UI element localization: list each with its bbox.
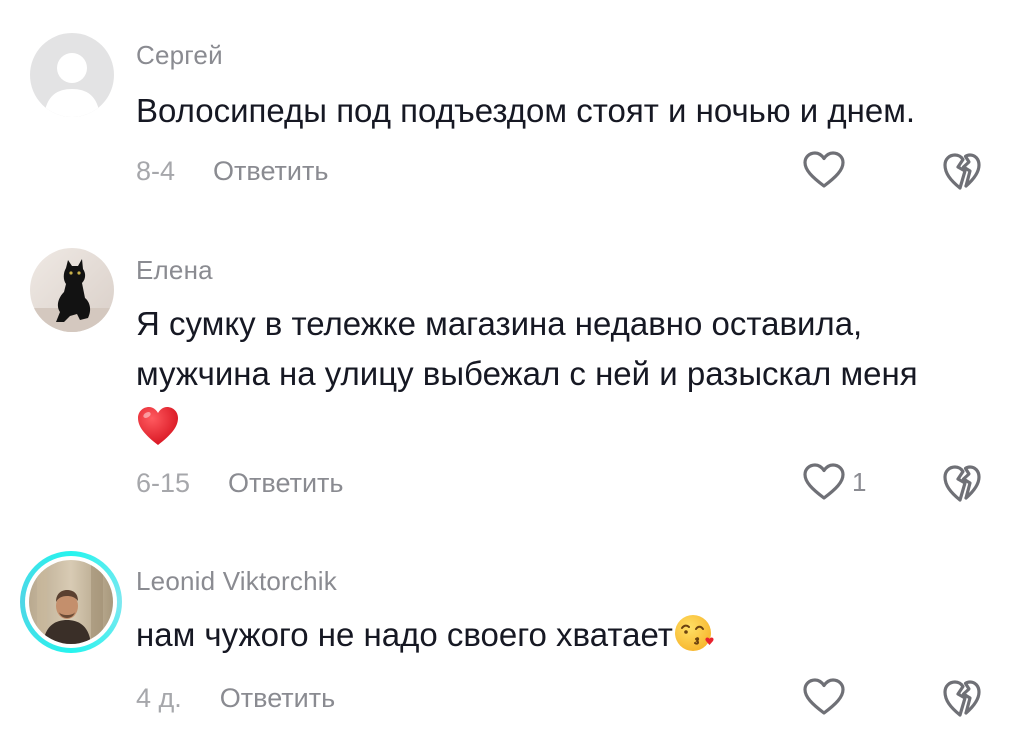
comment-date: 4 д.	[136, 683, 182, 713]
reply-button[interactable]: Ответить	[213, 156, 328, 187]
broken-heart-icon	[943, 153, 981, 190]
comment-text-body: нам чужого не надо своего хватает	[136, 616, 673, 653]
comment-meta: 6-15 Ответить	[136, 468, 343, 499]
comment-date: 8-4	[136, 156, 176, 186]
comment-text: нам чужого не надо своего хватает😘	[136, 610, 996, 660]
like-count: 1	[852, 466, 867, 497]
like-button[interactable]	[802, 150, 846, 190]
broken-heart-icon	[943, 680, 981, 717]
avatar[interactable]	[30, 248, 114, 332]
reply-button[interactable]: Ответить	[228, 468, 343, 499]
black-cat-photo	[30, 248, 114, 332]
comment-username[interactable]: Leonid Viktorchik	[136, 566, 337, 597]
like-button[interactable]	[802, 677, 846, 717]
heart-outline-icon	[803, 463, 845, 500]
comment-text: Волосипеды под подъездом стоят и ночью и…	[136, 92, 916, 129]
dislike-button[interactable]	[940, 150, 986, 199]
comment-meta: 8-4 Ответить	[136, 156, 328, 187]
man-photo	[29, 560, 113, 644]
broken-heart-icon	[943, 465, 981, 502]
comment-username[interactable]: Елена	[136, 255, 213, 286]
comment-text-line: мужчина на улицу выбежал с ней и разыска…	[136, 355, 918, 392]
heart-outline-icon	[803, 151, 845, 188]
comment-text: Я сумку в тележке магазина недавно остав…	[136, 299, 996, 449]
comment-username[interactable]: Сергей	[136, 40, 223, 71]
dislike-button[interactable]	[940, 677, 986, 726]
red-heart-icon	[138, 407, 178, 446]
heart-outline-icon	[803, 678, 845, 715]
heart-emoji: ❤️	[136, 399, 996, 449]
like-button[interactable]: 1	[802, 462, 866, 502]
avatar-story-ring[interactable]	[20, 551, 122, 653]
kiss-emoji: 😘	[673, 615, 715, 653]
dislike-button[interactable]	[940, 462, 986, 511]
comment-text-line: Я сумку в тележке магазина недавно остав…	[136, 305, 863, 342]
default-avatar-icon	[30, 33, 114, 117]
avatar[interactable]	[30, 33, 114, 117]
reply-button[interactable]: Ответить	[220, 683, 335, 714]
face-blowing-kiss-icon	[674, 615, 714, 651]
comment-date: 6-15	[136, 468, 191, 498]
comment-meta: 4 д. Ответить	[136, 683, 335, 714]
avatar	[29, 560, 113, 644]
